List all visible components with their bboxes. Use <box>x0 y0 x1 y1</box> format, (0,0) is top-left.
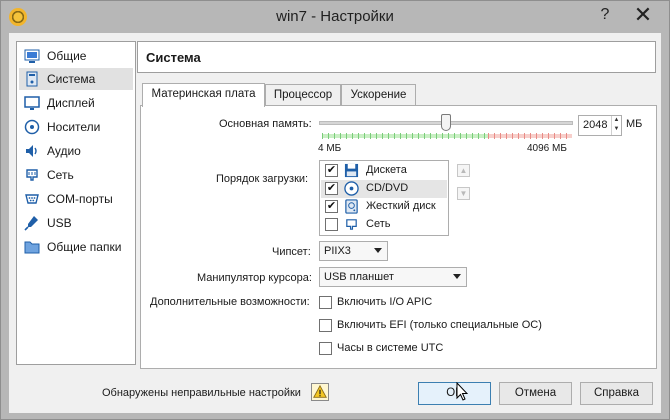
audio-icon <box>26 145 37 157</box>
memory-ticks-unsafe <box>488 133 572 139</box>
memory-unit: МБ <box>626 118 643 130</box>
boot-item-label: CD/DVD <box>366 182 409 194</box>
boot-checkbox[interactable]: ✔ <box>325 200 338 213</box>
sidebar-item-audio[interactable]: Аудио <box>19 140 133 162</box>
move-up-button[interactable]: ▲ <box>457 164 470 177</box>
window-title: win7 - Настройки <box>276 8 394 25</box>
sidebar-item-label: COM-порты <box>47 192 113 206</box>
tab-acceleration[interactable]: Ускорение <box>341 84 416 106</box>
boot-item-hard-disk[interactable]: ✔ Жесткий диск <box>321 198 447 216</box>
sidebar-item-label: Носители <box>47 120 101 134</box>
general-icon <box>24 49 40 63</box>
memory-spinbox[interactable]: 2048 ▲ ▼ <box>578 115 622 136</box>
network-boot-icon <box>346 219 357 230</box>
serial-port-icon <box>25 194 39 204</box>
folder-icon <box>24 241 40 254</box>
warning-message: Обнаружены неправильные настройки <box>102 387 301 399</box>
sidebar-item-label: Система <box>47 72 96 86</box>
boot-item-floppy[interactable]: ✔ Дискета <box>321 162 447 180</box>
system-icon <box>26 71 38 87</box>
network-icon <box>26 169 38 181</box>
dialog-body: Общие Система Дисплей Носители Аудио Сет… <box>9 33 661 413</box>
boot-checkbox-unchecked[interactable] <box>325 218 338 231</box>
boot-order-label: Порядок загрузки: <box>216 173 309 185</box>
sidebar-item-storage[interactable]: Носители <box>19 116 133 138</box>
ok-button[interactable]: OK <box>418 382 491 405</box>
memory-min-label: 4 МБ <box>318 143 342 154</box>
pointing-device-select[interactable]: USB планшет <box>319 267 467 287</box>
sidebar-item-label: Дисплей <box>47 96 95 110</box>
usb-icon <box>24 216 38 231</box>
cancel-button[interactable]: Отмена <box>499 382 572 405</box>
boot-item-label: Дискета <box>366 164 407 176</box>
memory-ticks-safe <box>322 133 488 139</box>
sidebar-item-label: Сеть <box>47 168 74 182</box>
sidebar-item-label: USB <box>47 216 72 230</box>
floppy-icon <box>344 163 359 178</box>
boot-checkbox[interactable]: ✔ <box>325 182 338 195</box>
section-header: Система <box>137 41 656 73</box>
boot-checkbox[interactable]: ✔ <box>325 164 338 177</box>
sidebar-item-serial-ports[interactable]: COM-порты <box>19 188 133 210</box>
tab-motherboard[interactable]: Материнская плата <box>142 83 265 107</box>
settings-sidebar: Общие Система Дисплей Носители Аудио Сет… <box>16 41 136 365</box>
boot-item-label: Жесткий диск <box>366 200 436 212</box>
sidebar-item-general[interactable]: Общие <box>19 45 133 67</box>
sidebar-item-system[interactable]: Система <box>19 68 133 90</box>
memory-label: Основная память: <box>219 118 312 130</box>
efi-checkbox[interactable] <box>319 319 332 332</box>
hard-disk-icon <box>345 199 358 214</box>
chipset-label: Чипсет: <box>272 246 311 258</box>
title-bar[interactable]: win7 - Настройки ? ✕ <box>1 1 669 33</box>
boot-item-cd-dvd[interactable]: ✔ CD/DVD <box>321 180 447 198</box>
pointing-device-value: USB планшет <box>324 271 394 283</box>
settings-window: win7 - Настройки ? ✕ Общие Система Диспл… <box>0 0 670 420</box>
sidebar-item-display[interactable]: Дисплей <box>19 92 133 114</box>
sidebar-item-label: Аудио <box>47 144 81 158</box>
display-icon <box>24 96 40 110</box>
sidebar-item-label: Общие <box>47 49 87 63</box>
spin-arrows-icon[interactable]: ▲ ▼ <box>611 116 621 135</box>
storage-icon <box>24 119 40 135</box>
help-title-button[interactable]: ? <box>595 3 615 27</box>
extended-features-label: Дополнительные возможности: <box>150 296 310 308</box>
memory-slider-thumb[interactable] <box>441 114 451 131</box>
move-down-button[interactable]: ▼ <box>457 187 470 200</box>
chipset-value: PIIX3 <box>324 245 351 257</box>
memory-value: 2048 <box>583 119 608 131</box>
chipset-select[interactable]: PIIX3 <box>319 241 388 261</box>
sidebar-item-shared-folders[interactable]: Общие папки <box>19 236 133 258</box>
memory-max-label: 4096 МБ <box>527 143 567 154</box>
io-apic-checkbox[interactable] <box>319 296 332 309</box>
boot-item-network[interactable]: Сеть <box>321 216 447 234</box>
utc-clock-checkbox[interactable] <box>319 342 332 355</box>
close-button[interactable]: ✕ <box>621 3 665 27</box>
efi-label: Включить EFI (только специальные ОС) <box>337 319 542 331</box>
sidebar-item-usb[interactable]: USB <box>19 212 133 234</box>
chevron-down-icon <box>453 274 461 279</box>
chevron-down-icon <box>374 248 382 253</box>
help-button[interactable]: Справка <box>580 382 653 405</box>
page-title: Система <box>146 50 201 65</box>
boot-order-list[interactable]: ✔ Дискета ✔ CD/DVD ✔ Жесткий диск Сеть <box>319 160 449 236</box>
boot-item-label: Сеть <box>366 218 391 230</box>
mouse-cursor-icon <box>456 382 468 401</box>
pointing-device-label: Манипулятор курсора: <box>197 272 312 284</box>
utc-clock-label: Часы в системе UTC <box>337 342 444 354</box>
sidebar-item-label: Общие папки <box>47 240 122 254</box>
optical-disc-icon <box>344 181 359 196</box>
io-apic-label: Включить I/O APIC <box>337 296 433 308</box>
tab-processor[interactable]: Процессор <box>265 84 341 106</box>
sidebar-item-network[interactable]: Сеть <box>19 164 133 186</box>
warning-icon[interactable] <box>311 383 329 401</box>
